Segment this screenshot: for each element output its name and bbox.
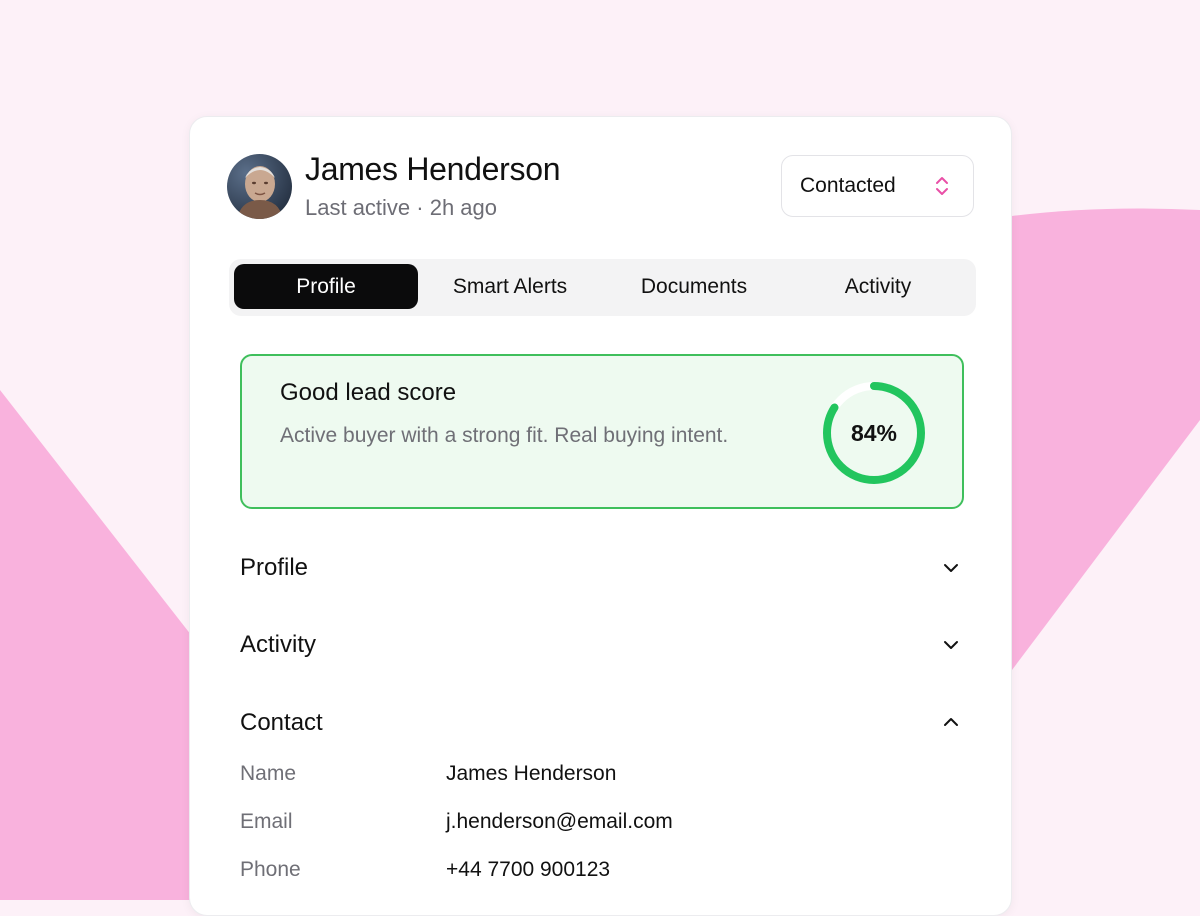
lead-score-panel: Good lead score Active buyer with a stro… <box>240 354 964 509</box>
tab-activity[interactable]: Activity <box>786 264 970 309</box>
contact-email-label: Email <box>240 810 293 833</box>
lead-name: James Henderson <box>305 151 561 187</box>
score-title: Good lead score <box>280 379 457 406</box>
avatar[interactable] <box>227 154 292 219</box>
contact-email-value[interactable]: j.henderson@email.com <box>446 810 673 834</box>
status-selected-value: Contacted <box>800 174 896 197</box>
score-value: 84% <box>850 420 898 446</box>
score-description: Active buyer with a strong fit. Real buy… <box>280 424 729 447</box>
contact-name-label: Name <box>240 762 297 785</box>
user-photo <box>227 154 292 219</box>
lead-detail-card: James Henderson Last active · 2h ago Con… <box>189 116 1012 916</box>
chevron-down-icon[interactable] <box>940 634 962 661</box>
tab-profile[interactable]: Profile <box>234 264 418 309</box>
status-select[interactable]: Contacted <box>781 155 974 217</box>
chevron-down-icon[interactable] <box>940 557 962 584</box>
section-profile-header[interactable]: Profile <box>240 554 308 582</box>
contact-phone-value[interactable]: +44 7700 900123 <box>446 858 610 882</box>
last-active-status: Last active · 2h ago <box>305 195 498 220</box>
contact-phone-label: Phone <box>240 858 301 881</box>
tab-bar: Profile Smart Alerts Documents Activity <box>229 259 976 316</box>
section-contact-header[interactable]: Contact <box>240 709 323 737</box>
section-activity-header[interactable]: Activity <box>240 631 316 659</box>
tab-documents[interactable]: Documents <box>602 264 786 309</box>
tab-smart-alerts[interactable]: Smart Alerts <box>418 264 602 309</box>
chevron-up-icon[interactable] <box>940 711 962 738</box>
chevron-up-down-icon <box>934 174 950 203</box>
contact-name-value: James Henderson <box>446 762 617 785</box>
